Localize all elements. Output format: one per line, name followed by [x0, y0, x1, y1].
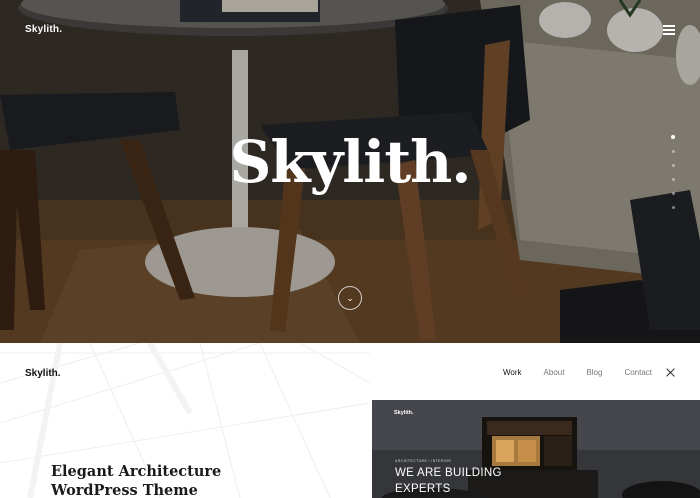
preview-eyebrow: ARCHITECTURE / INTERIOR [395, 459, 452, 463]
chevron-down-icon[interactable]: ⌄ [338, 286, 362, 310]
nav-item-contact[interactable]: Contact [624, 368, 652, 377]
main-nav: Work About Blog Contact [503, 368, 674, 377]
hero-logo[interactable]: Skylith. [25, 24, 62, 35]
hero-section: Skylith. Skylith. ⌄ [0, 0, 700, 343]
slide-dot[interactable] [671, 135, 675, 139]
site-logo[interactable]: Skylith. [25, 368, 61, 379]
slide-dot[interactable] [671, 164, 675, 167]
nav-item-work[interactable]: Work [503, 368, 522, 377]
tagline-line-1: Elegant Architecture [51, 463, 222, 480]
tagline-line-2: WordPress Theme [51, 482, 198, 498]
slide-pagination [670, 135, 676, 220]
slide-dot[interactable] [671, 192, 675, 195]
theme-preview-card[interactable]: Skylith. ARCHITECTURE / INTERIOR WE ARE … [372, 400, 700, 498]
theme-tagline: Elegant Architecture WordPress Theme [51, 462, 271, 498]
hero-title: Skylith. [229, 128, 472, 196]
slide-dot[interactable] [671, 150, 675, 153]
nav-item-blog[interactable]: Blog [586, 368, 602, 377]
preview-heading: WE ARE BUILDING EXPERTS [395, 465, 545, 497]
slide-dot[interactable] [671, 206, 675, 209]
slide-dot[interactable] [671, 178, 675, 181]
preview-heading-line-2: EXPERTS [395, 483, 451, 495]
theme-preview-section: Skylith. Work About Blog Contact Elegant… [0, 343, 700, 498]
nav-item-about[interactable]: About [544, 368, 565, 377]
preview-logo: Skylith. [394, 410, 414, 416]
preview-heading-line-1: WE ARE BUILDING [395, 467, 502, 479]
close-icon[interactable] [666, 368, 675, 377]
hamburger-icon[interactable] [663, 25, 675, 35]
